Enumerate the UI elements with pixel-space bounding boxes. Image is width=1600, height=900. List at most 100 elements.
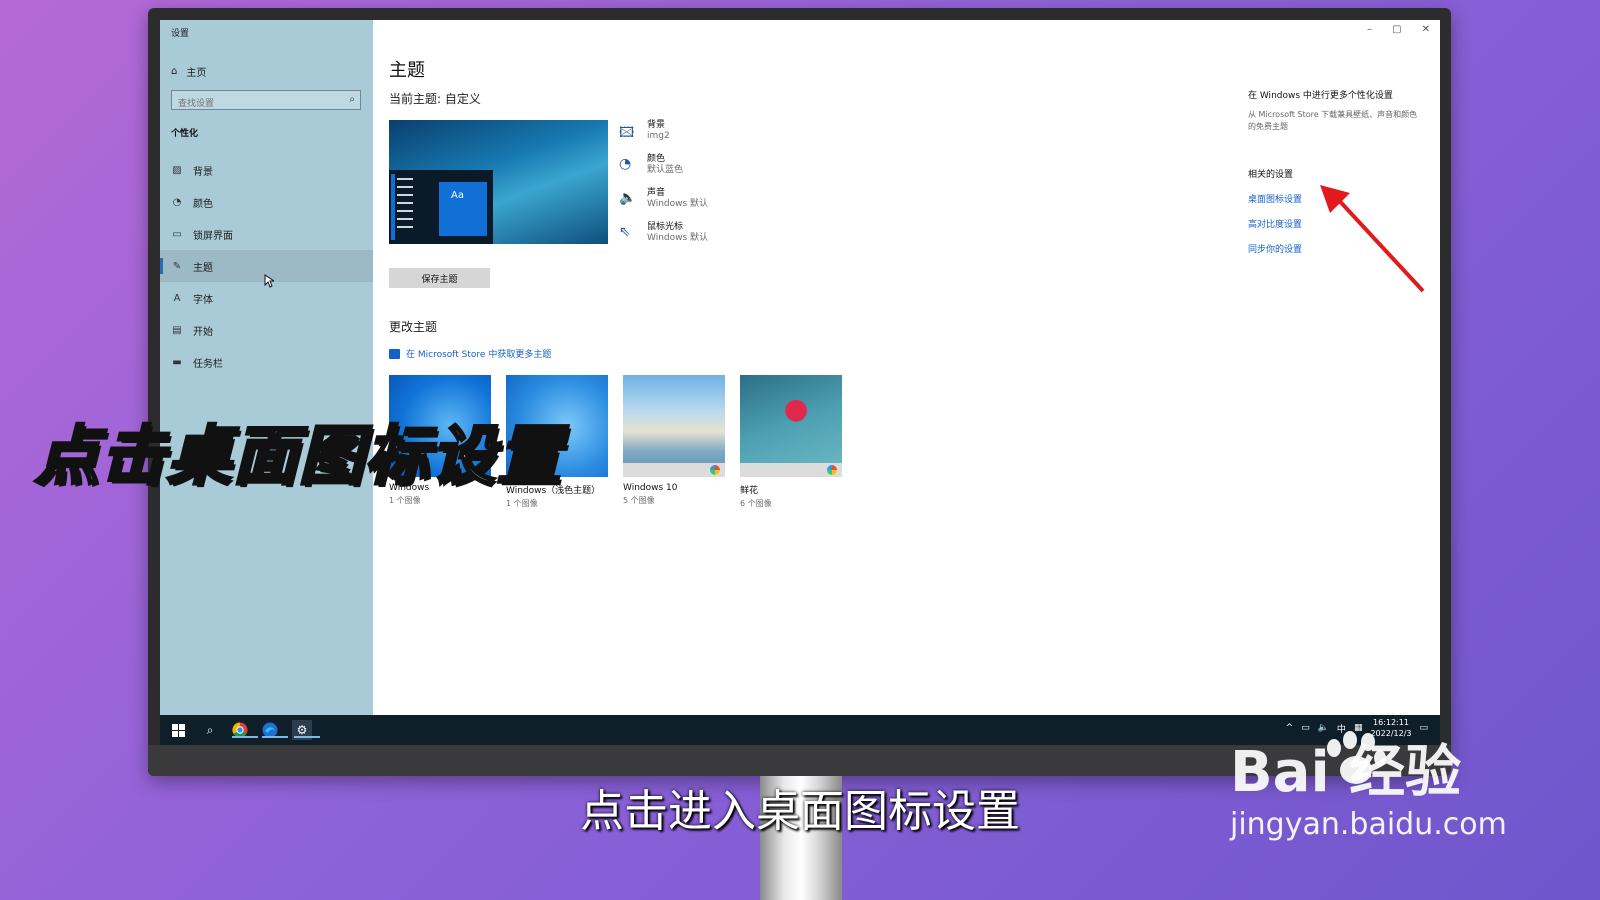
sidebar-item-label: 主题: [193, 262, 213, 274]
preview-line: [397, 202, 413, 204]
theme-page: – ▢ ✕ 主题 当前主题: 自定义 Aa 🖾 背景 img2 ◔ 颜色 默认蓝…: [373, 20, 1440, 715]
preview-line: [397, 194, 413, 196]
theme-thumbnail: [740, 375, 842, 477]
property-name: 颜色: [647, 154, 666, 164]
property-value: 默认蓝色: [647, 165, 684, 175]
edge-icon[interactable]: [260, 720, 288, 740]
sidebar-item-label: 开始: [193, 326, 213, 338]
theme-count: 1 个图像: [506, 499, 538, 508]
home-label: 主页: [186, 68, 207, 79]
section-title: 个性化: [171, 129, 199, 139]
preview-line: [397, 186, 413, 188]
store-bag-icon: [389, 348, 400, 359]
sidebar-item-colors[interactable]: ◔ 颜色: [160, 186, 373, 218]
baidu-watermark: Bai 经验 jingyan.baidu.com: [1230, 740, 1507, 843]
property-name: 鼠标光标: [647, 222, 684, 232]
minimize-button[interactable]: –: [1367, 24, 1372, 35]
property-value: Windows 默认: [647, 233, 709, 243]
start-icon: ▤: [172, 324, 182, 336]
palette-icon: ◔: [619, 156, 632, 172]
font-icon: A: [173, 292, 181, 304]
store-link[interactable]: 在 Microsoft Store 中获取更多主题: [389, 347, 551, 360]
window-title: 设置: [171, 29, 190, 39]
speaker-icon: 🔈: [619, 190, 637, 206]
windows-logo-icon: [171, 723, 185, 737]
store-link-label: 在 Microsoft Store 中获取更多主题: [406, 350, 552, 360]
theme-count: 6 个图像: [740, 499, 772, 508]
mouse-cursor-icon: [264, 274, 274, 288]
taskbar-icon: ▬: [172, 356, 182, 368]
screen: 设置 ⌂ 主页 ⌕ 个性化 ▨ 背景 ◔ 颜色 ▭ 锁屏界面 ✎: [160, 20, 1440, 745]
image-icon: ▨: [172, 164, 182, 176]
more-personalization-heading: 在 Windows 中进行更多个性化设置: [1248, 91, 1393, 101]
more-personalization-desc: 从 Microsoft Store 下载兼具壁纸、声音和颜色的免费主题: [1248, 110, 1418, 131]
chevron-up-icon[interactable]: ^: [1286, 723, 1294, 733]
active-indicator: [262, 736, 288, 738]
big-caption: 点击桌面图标设置: [34, 419, 563, 496]
related-settings-heading: 相关的设置: [1248, 170, 1294, 180]
sidebar-item-taskbar[interactable]: ▬ 任务栏: [160, 346, 373, 378]
sidebar-item-label: 锁屏界面: [193, 230, 233, 242]
sidebar-item-start[interactable]: ▤ 开始: [160, 314, 373, 346]
search-input[interactable]: [172, 95, 344, 113]
theme-thumbnail: [623, 375, 725, 477]
page-title: 主题: [389, 60, 425, 81]
sidebar-item-background[interactable]: ▨ 背景: [160, 154, 373, 186]
start-button[interactable]: [168, 720, 188, 740]
chrome-icon[interactable]: [230, 720, 258, 740]
theme-card-windows10[interactable]: Windows 10 5 个图像: [623, 375, 725, 509]
clock-time: 16:12:11: [1373, 718, 1409, 727]
sidebar-item-label: 任务栏: [193, 358, 223, 370]
search-box[interactable]: ⌕: [171, 90, 361, 113]
sidebar-nav: ▨ 背景 ◔ 颜色 ▭ 锁屏界面 ✎ 主题 A 字体 ▤ 开始 ▬ 任务栏: [160, 154, 373, 378]
home-icon: ⌂: [171, 66, 178, 77]
theme-icon: ✎: [172, 260, 182, 272]
change-theme-heading: 更改主题: [389, 320, 438, 334]
theme-name: 鲜花: [740, 486, 759, 496]
sidebar-item-label: 字体: [193, 294, 213, 306]
save-theme-button[interactable]: 保存主题: [389, 268, 490, 288]
network-icon[interactable]: ▭: [1301, 723, 1310, 733]
close-button[interactable]: ✕: [1422, 24, 1430, 35]
active-indicator: [294, 736, 320, 738]
theme-properties: 🖾 背景 img2 ◔ 颜色 默认蓝色 🔈 声音 Windows 默认 ⇖ 鼠标…: [619, 120, 708, 256]
preview-line: [397, 218, 413, 220]
property-background[interactable]: 🖾 背景 img2: [619, 120, 708, 154]
theme-card-flowers[interactable]: 鲜花 6 个图像: [740, 375, 842, 509]
preview-accent-bar: [391, 174, 395, 240]
maximize-button[interactable]: ▢: [1392, 24, 1401, 35]
sidebar-item-lockscreen[interactable]: ▭ 锁屏界面: [160, 218, 373, 250]
image-icon: 🖾: [619, 125, 635, 141]
settings-sidebar: 设置 ⌂ 主页 ⌕ 个性化 ▨ 背景 ◔ 颜色 ▭ 锁屏界面 ✎: [160, 20, 373, 715]
property-value: Windows 默认: [647, 199, 709, 209]
preview-line: [397, 226, 413, 228]
property-sound[interactable]: 🔈 声音 Windows 默认: [619, 188, 708, 222]
current-theme-label: 当前主题: 自定义: [389, 92, 481, 106]
preview-line: [397, 178, 413, 180]
notification-icon[interactable]: ▭: [1419, 723, 1428, 733]
red-arrow-annotation: [1320, 185, 1425, 293]
watermark-url: jingyan.baidu.com: [1230, 807, 1507, 842]
property-name: 背景: [647, 120, 666, 130]
theme-name: Windows 10: [623, 483, 678, 493]
property-value: img2: [647, 131, 670, 141]
preview-line: [397, 210, 413, 212]
lockscreen-icon: ▭: [172, 228, 182, 240]
palette-icon: ◔: [172, 196, 182, 208]
cursor-icon: ⇖: [619, 224, 631, 240]
window-controls: – ▢ ✕: [1367, 24, 1430, 35]
sidebar-item-label: 背景: [193, 166, 213, 178]
preview-text: Aa: [451, 190, 464, 201]
property-name: 声音: [647, 188, 666, 198]
settings-gear-icon[interactable]: ⚙: [292, 720, 320, 740]
search-icon[interactable]: ⌕: [349, 94, 355, 105]
home-nav-item[interactable]: ⌂ 主页: [171, 64, 206, 79]
property-cursor[interactable]: ⇖ 鼠标光标 Windows 默认: [619, 222, 708, 256]
sidebar-item-label: 颜色: [193, 198, 213, 210]
property-color[interactable]: ◔ 颜色 默认蓝色: [619, 154, 708, 188]
color-wheel-icon: [710, 465, 720, 475]
taskbar-search-icon[interactable]: ⌕: [200, 720, 220, 740]
active-indicator: [232, 736, 258, 738]
watermark-logo: Bai 经验: [1230, 740, 1462, 805]
theme-count: 5 个图像: [623, 496, 655, 505]
